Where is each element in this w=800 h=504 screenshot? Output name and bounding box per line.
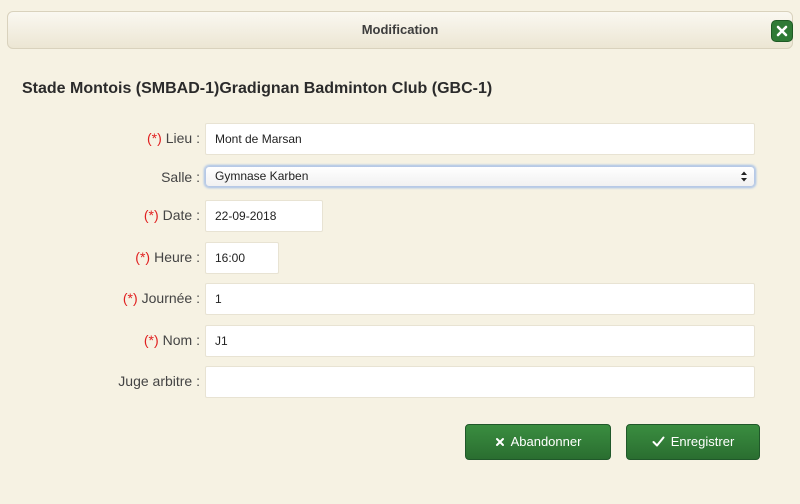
close-icon (776, 25, 788, 37)
nom-label: (*) Nom : (144, 324, 200, 356)
required-marker: (*) (143, 207, 159, 223)
lieu-label-text: Lieu : (165, 130, 200, 146)
lieu-label: (*) Lieu : (147, 122, 200, 154)
lieu-field[interactable]: Mont de Marsan (205, 123, 755, 155)
juge-label-text: Juge arbitre : (118, 373, 200, 389)
select-arrows-icon (741, 171, 747, 182)
enregistrer-button[interactable]: Enregistrer (626, 424, 760, 460)
required-marker: (*) (135, 249, 151, 265)
nom-field[interactable]: J1 (205, 325, 755, 357)
salle-select-value: Gymnase Karben (215, 169, 309, 183)
abandonner-button[interactable]: Abandonner (465, 424, 611, 460)
salle-label-text: Salle : (161, 169, 200, 185)
journee-label-text: Journée : (141, 290, 200, 306)
close-button[interactable] (771, 20, 793, 42)
heure-label: (*) Heure : (135, 241, 200, 273)
juge-label: Juge arbitre : (118, 365, 200, 397)
journee-field[interactable]: 1 (205, 283, 755, 315)
salle-select[interactable]: Gymnase Karben (205, 166, 755, 187)
journee-label: (*) Journée : (123, 282, 200, 314)
check-icon (652, 436, 665, 447)
salle-label: Salle : (161, 161, 200, 193)
heure-label-text: Heure : (154, 249, 200, 265)
enregistrer-label: Enregistrer (670, 434, 735, 449)
required-marker: (*) (122, 290, 138, 306)
dialog-titlebar: Modification (7, 11, 793, 49)
date-label: (*) Date : (144, 199, 200, 231)
modification-dialog: Modification Stade Montois (SMBAD-1)Grad… (0, 0, 800, 504)
match-title: Stade Montois (SMBAD-1)Gradignan Badmint… (22, 80, 493, 97)
date-field[interactable]: 22-09-2018 (205, 200, 323, 232)
date-label-text: Date : (162, 207, 200, 223)
abandonner-label: Abandonner (510, 434, 582, 449)
required-marker: (*) (146, 130, 162, 146)
x-icon (495, 437, 504, 446)
dialog-title: Modification (361, 22, 439, 37)
juge-arbitre-field[interactable] (205, 366, 755, 398)
nom-label-text: Nom : (162, 332, 200, 348)
required-marker: (*) (143, 332, 159, 348)
heure-field[interactable]: 16:00 (205, 242, 279, 274)
